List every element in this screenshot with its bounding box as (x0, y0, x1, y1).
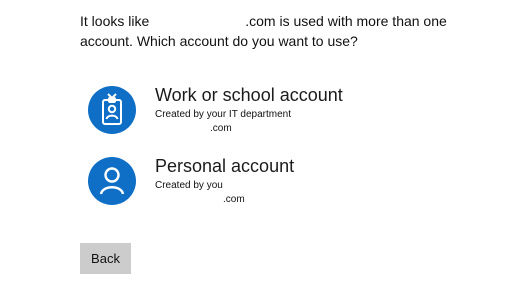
back-button[interactable]: Back (80, 243, 131, 274)
work-account-email: .com (155, 121, 232, 135)
redacted-email (149, 14, 245, 26)
personal-account-title: Personal account (155, 156, 295, 176)
personal-account-email-suffix: .com (223, 194, 245, 205)
personal-account-option[interactable]: Personal account Created by you .com (86, 154, 366, 216)
work-account-option[interactable]: Work or school account Created by your I… (86, 83, 366, 145)
person-icon (88, 157, 136, 205)
personal-account-subtitle: Created by you (155, 180, 223, 191)
redacted-email (155, 192, 223, 202)
account-choice-prompt: It looks like .com is used with more than… (80, 11, 480, 51)
personal-account-email: .com (155, 192, 245, 206)
redacted-email (155, 121, 210, 131)
work-account-email-suffix: .com (210, 123, 232, 134)
id-badge-icon (88, 86, 136, 134)
work-account-title: Work or school account (155, 85, 343, 105)
prompt-text-before: It looks like (80, 13, 150, 29)
work-account-subtitle: Created by your IT department (155, 109, 291, 120)
